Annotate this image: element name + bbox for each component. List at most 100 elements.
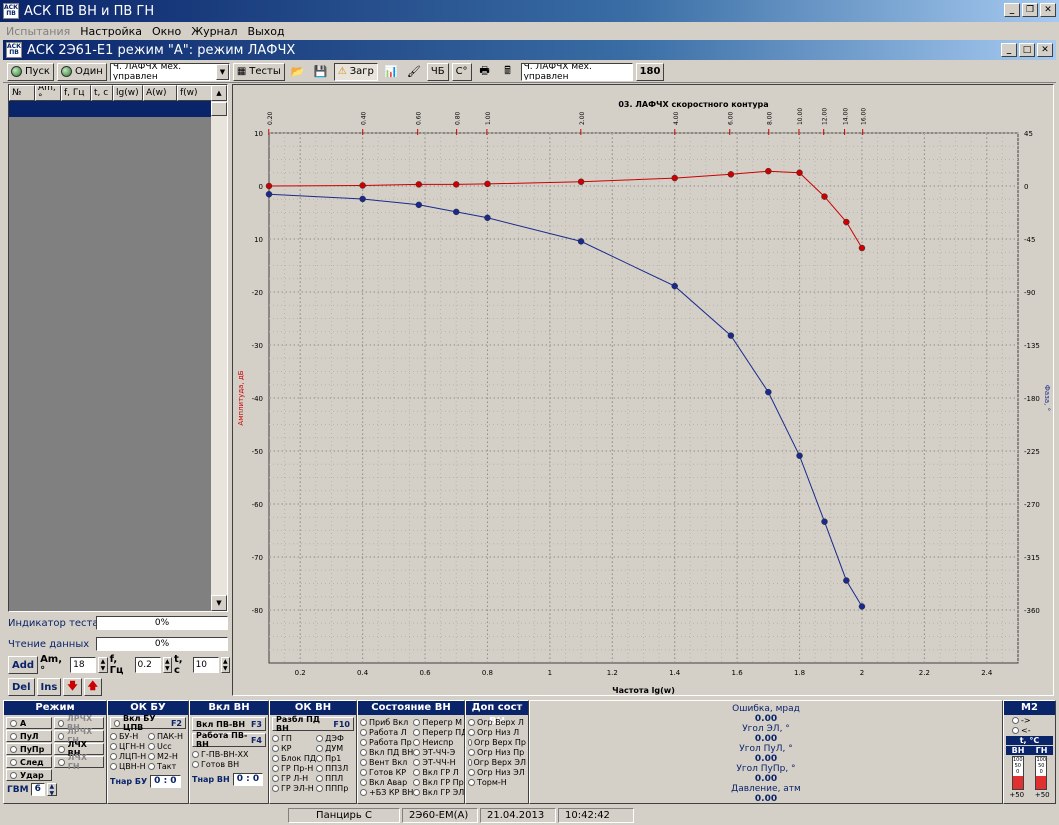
start-button[interactable]: Пуск	[7, 62, 54, 81]
f-stepper[interactable]: ▲ ▼	[162, 657, 172, 673]
table-scrollbar[interactable]: ▲ ▼	[211, 85, 227, 611]
mode-select[interactable]: Ч. ЛАФЧХ мех. управлен ▼	[109, 62, 230, 81]
menu-settings[interactable]: Настройка	[80, 25, 142, 38]
top-tick-label: 0.80	[455, 111, 462, 125]
scroll-thumb[interactable]	[211, 102, 227, 116]
col-header[interactable]: f(w)	[177, 85, 212, 101]
gvm-input[interactable]: 6	[30, 783, 45, 796]
ind-dum: ДУМ	[316, 743, 354, 753]
bar-gn-label: ГН	[1035, 746, 1048, 755]
gvm-stepper[interactable]: ▲ ▼	[46, 783, 57, 797]
work-pv-vn-button[interactable]: Работа ПВ-ВН F4	[192, 731, 266, 749]
mode-pupr-button[interactable]: ПуПр	[6, 743, 52, 755]
m2-backward[interactable]: <-	[1004, 725, 1055, 735]
restore-button[interactable]: ❐	[1022, 3, 1038, 17]
y-left-tick-label: -20	[252, 289, 263, 297]
ok-bu-section: ОК БУ Вкл БУ ЦПВ F2 БУ-Н ПАК-Н ЦГН-Н Uсс …	[107, 700, 189, 804]
doc-close-button[interactable]: ✕	[1037, 43, 1053, 57]
status-date: 21.04.2013	[480, 808, 556, 823]
menu-window[interactable]: Окно	[152, 25, 181, 38]
mode-sled-button[interactable]: След	[6, 756, 52, 768]
opt-lchh-gn[interactable]: ЛЧХ ГН	[54, 753, 104, 771]
data-table[interactable]: № Am, ° f, Гц t, c lg(w) A(w) f(w) ▲ ▼	[8, 84, 228, 612]
close-button[interactable]: ✕	[1040, 3, 1056, 17]
phase-point	[796, 452, 803, 459]
arrow-up-icon[interactable]: 🡅	[83, 678, 102, 696]
x-tick-label: 0.6	[419, 669, 431, 677]
brush-icon[interactable]: 🖌	[404, 63, 424, 81]
minimize-button[interactable]: _	[1004, 3, 1020, 17]
load-button[interactable]: ⚠ Загр	[333, 62, 378, 81]
ind-limit: Огр Верх Л	[468, 717, 526, 727]
x-tick-label: 0.4	[357, 669, 369, 677]
error-label: Ошибка, мрад	[732, 704, 800, 714]
bw-label: ЧБ	[430, 66, 445, 77]
menu-tests[interactable]: Испытания	[6, 25, 70, 38]
amplitude-point	[821, 193, 828, 200]
ind-state: Перегр М	[413, 717, 467, 727]
ind-state: ЭТ-ЧЧ-Э	[413, 747, 467, 757]
m2-section: М2 -> <- t, °C ВН ГН 100 50 0 100 50 0 +50 +…	[1003, 700, 1056, 804]
x-tick-label: 1.6	[732, 669, 744, 677]
ind-gp: ГП	[272, 733, 316, 743]
mode-a-button[interactable]: А	[6, 717, 52, 729]
open-folder-icon[interactable]: 📂	[288, 63, 308, 81]
angle-el-label: Угол ЭЛ, °	[742, 724, 790, 734]
doc-maximize-button[interactable]: □	[1019, 43, 1035, 57]
chevron-down-icon[interactable]: ▼	[216, 63, 229, 80]
y-left-tick-label: -60	[252, 501, 263, 509]
amplitude-point	[765, 167, 772, 175]
y-right-tick-label: -180	[1024, 395, 1040, 403]
delete-button[interactable]: Del	[8, 678, 35, 696]
bw-button[interactable]: ЧБ	[426, 62, 449, 81]
mode-udar-button[interactable]: Удар	[6, 769, 52, 781]
read-progress: 0%	[96, 637, 228, 651]
ind-cgn: ЦГН-Н	[110, 741, 148, 751]
col-header[interactable]: Am, °	[35, 85, 61, 101]
unlock-pd-button[interactable]: Разбл ПД ВН F10	[272, 715, 354, 733]
temperature-button[interactable]: С°	[451, 62, 472, 81]
x-tick-label: 2.4	[981, 669, 993, 677]
state-vn-section: Состояние ВН Приб Вкл Перегр М Работа Л …	[357, 700, 467, 804]
scroll-up-icon[interactable]: ▲	[211, 85, 227, 101]
vkl-pv-vn-button[interactable]: Вкл ПВ-ВН F3	[192, 717, 266, 731]
scroll-down-icon[interactable]: ▼	[211, 595, 227, 611]
calculator-icon[interactable]: 🖩	[498, 63, 518, 81]
am-input[interactable]: 18	[70, 657, 97, 673]
m2-forward[interactable]: ->	[1004, 715, 1055, 725]
y-right-tick-label: -45	[1024, 236, 1035, 244]
col-header[interactable]: f, Гц	[61, 85, 91, 101]
angle-pul-label: Угол ПуЛ, °	[739, 744, 793, 754]
print-icon[interactable]: 🖶	[475, 63, 495, 81]
add-button[interactable]: Add	[8, 656, 39, 674]
count-field[interactable]: 180	[635, 62, 665, 81]
mode-pul-button[interactable]: ПуЛ	[6, 730, 52, 742]
table-row-selected[interactable]	[9, 101, 212, 117]
col-header[interactable]: lg(w)	[113, 85, 143, 101]
insert-button[interactable]: Ins	[36, 678, 62, 696]
tests-button[interactable]: ▦ Тесты	[232, 62, 285, 81]
chart-select-value: Ч. ЛАФЧХ мех. управлен	[523, 62, 592, 81]
t-stepper[interactable]: ▲ ▼	[220, 657, 231, 673]
chart-select[interactable]: Ч. ЛАФЧХ мех. управлен	[520, 62, 633, 81]
phase-point	[765, 388, 772, 396]
chart-icon[interactable]: 📊	[381, 63, 401, 81]
single-button[interactable]: Один	[56, 62, 107, 81]
read-indicator-row: Чтение данных 0%	[8, 635, 230, 653]
arrow-down-icon[interactable]: 🡇	[63, 678, 82, 696]
t-input[interactable]: 10	[192, 657, 219, 673]
save-icon[interactable]: 💾	[311, 63, 331, 81]
col-header[interactable]: №	[9, 85, 35, 101]
am-stepper[interactable]: ▲ ▼	[98, 657, 108, 673]
col-header[interactable]: A(w)	[143, 85, 177, 101]
col-header[interactable]: t, c	[91, 85, 113, 101]
y-right-tick-label: -225	[1024, 448, 1040, 456]
menu-exit[interactable]: Выход	[248, 25, 285, 38]
f-input[interactable]: 0.2	[134, 657, 161, 673]
phase-point	[265, 190, 273, 198]
doc-minimize-button[interactable]: _	[1001, 43, 1017, 57]
temp-gn-value: +50	[1034, 791, 1050, 799]
top-tick-label: 0.40	[361, 111, 368, 125]
menu-journal[interactable]: Журнал	[191, 25, 237, 38]
bu-cpv-button[interactable]: Вкл БУ ЦПВ F2	[110, 714, 186, 732]
